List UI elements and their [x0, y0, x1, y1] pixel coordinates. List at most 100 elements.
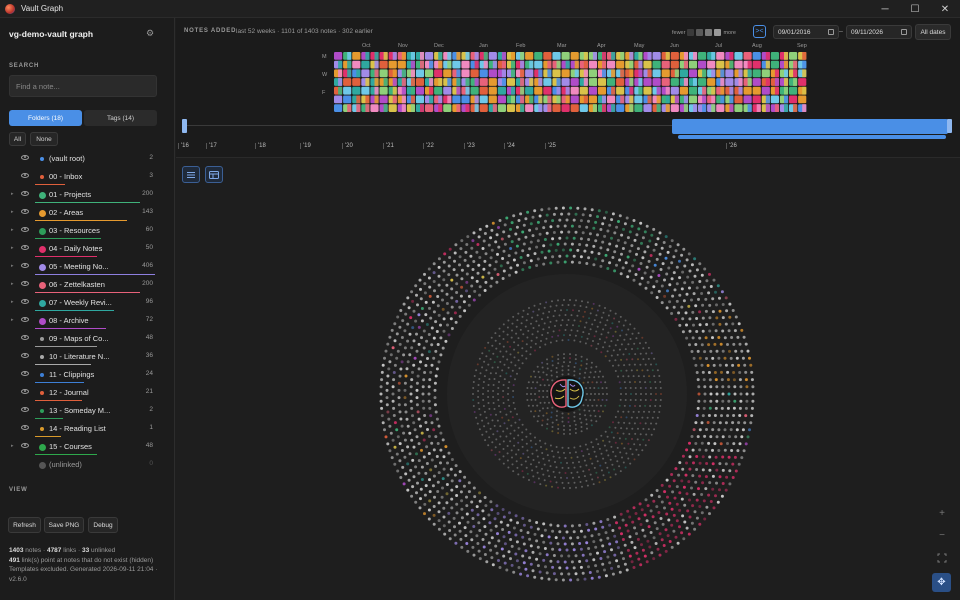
graph-node[interactable] — [455, 291, 459, 294]
graph-node[interactable] — [538, 390, 541, 392]
graph-node[interactable] — [709, 392, 713, 396]
heatmap-cell[interactable] — [397, 78, 406, 86]
graph-node[interactable] — [681, 454, 685, 458]
graph-node[interactable] — [617, 364, 620, 367]
graph-node[interactable] — [536, 257, 540, 261]
graph-node[interactable] — [599, 370, 601, 373]
graph-node[interactable] — [433, 396, 437, 400]
graph-node[interactable] — [685, 461, 688, 465]
graph-node[interactable] — [427, 267, 431, 271]
graph-node[interactable] — [510, 221, 514, 225]
graph-node[interactable] — [525, 350, 528, 353]
graph-node[interactable] — [544, 565, 547, 569]
graph-node[interactable] — [567, 369, 570, 371]
graph-node[interactable] — [481, 509, 485, 513]
graph-node[interactable] — [566, 462, 568, 464]
graph-node[interactable] — [502, 384, 505, 386]
graph-node[interactable] — [668, 501, 672, 505]
heatmap-cell[interactable] — [688, 52, 698, 60]
graph-node[interactable] — [662, 241, 666, 244]
graph-node[interactable] — [733, 399, 737, 403]
graph-node[interactable] — [589, 328, 592, 331]
graph-node[interactable] — [614, 455, 617, 458]
graph-node[interactable] — [406, 322, 410, 326]
graph-node[interactable] — [511, 329, 513, 332]
heatmap-cell[interactable] — [552, 69, 561, 78]
graph-node[interactable] — [695, 414, 699, 417]
graph-node[interactable] — [555, 419, 558, 421]
graph-node[interactable] — [541, 467, 543, 470]
graph-node[interactable] — [622, 324, 625, 327]
graph-node[interactable] — [505, 372, 508, 375]
graph-node[interactable] — [472, 525, 476, 528]
graph-node[interactable] — [624, 523, 628, 527]
graph-node[interactable] — [515, 540, 519, 544]
graph-node[interactable] — [534, 349, 536, 352]
graph-node[interactable] — [536, 455, 539, 458]
graph-node[interactable] — [404, 472, 408, 476]
graph-node[interactable] — [436, 480, 440, 484]
graph-node[interactable] — [678, 491, 682, 495]
heatmap-cell[interactable] — [725, 78, 734, 86]
graph-node[interactable] — [492, 402, 495, 404]
eye-icon[interactable] — [21, 245, 29, 250]
graph-node[interactable] — [539, 346, 541, 349]
graph-node[interactable] — [735, 356, 739, 360]
graph-node[interactable] — [647, 439, 650, 442]
graph-node[interactable] — [498, 327, 501, 330]
graph-node[interactable] — [538, 396, 541, 398]
graph-node[interactable] — [585, 464, 588, 467]
graph-node[interactable] — [659, 268, 663, 271]
graph-node[interactable] — [393, 363, 397, 367]
graph-node[interactable] — [521, 230, 525, 234]
graph-node[interactable] — [570, 560, 574, 564]
graph-node[interactable] — [506, 326, 509, 329]
graph-node[interactable] — [623, 421, 626, 424]
heatmap-cell[interactable] — [752, 52, 761, 60]
graph-node[interactable] — [478, 491, 482, 495]
graph-node[interactable] — [691, 280, 695, 284]
graph-node[interactable] — [502, 330, 505, 333]
graph-node[interactable] — [554, 536, 558, 540]
graph-node[interactable] — [633, 238, 637, 242]
graph-node[interactable] — [554, 476, 556, 479]
graph-node[interactable] — [711, 310, 715, 314]
graph-node[interactable] — [738, 406, 742, 410]
graph-node[interactable] — [718, 363, 722, 367]
heatmap-cell[interactable] — [543, 104, 552, 112]
graph-node[interactable] — [583, 326, 586, 329]
graph-node[interactable] — [513, 429, 516, 432]
graph-node[interactable] — [472, 393, 474, 395]
graph-node[interactable] — [678, 508, 682, 512]
graph-node[interactable] — [526, 472, 529, 475]
graph-node[interactable] — [450, 479, 454, 483]
heatmap-cell[interactable] — [352, 69, 361, 78]
graph-node[interactable] — [509, 353, 512, 356]
graph-node[interactable] — [554, 578, 558, 582]
graph-node[interactable] — [723, 448, 727, 452]
folder-row[interactable]: ▸ 06 - Zettelkasten 200 — [0, 276, 175, 294]
graph-node[interactable] — [502, 269, 506, 273]
heatmap-cell[interactable] — [679, 78, 688, 86]
graph-node[interactable] — [471, 517, 475, 520]
graph-node[interactable] — [419, 487, 423, 491]
heatmap-cell[interactable] — [516, 104, 525, 112]
graph-node[interactable] — [488, 263, 492, 267]
graph-node[interactable] — [650, 422, 652, 425]
graph-node[interactable] — [572, 566, 576, 570]
graph-node[interactable] — [721, 392, 725, 396]
graph-node[interactable] — [401, 465, 405, 469]
heatmap-cell[interactable] — [516, 52, 525, 60]
graph-node[interactable] — [579, 547, 583, 551]
graph-node[interactable] — [547, 207, 551, 211]
graph-node[interactable] — [688, 441, 691, 445]
graph-node[interactable] — [426, 428, 429, 431]
heatmap-cell[interactable] — [497, 86, 506, 95]
graph-node[interactable] — [713, 371, 717, 374]
graph-node[interactable] — [590, 441, 593, 444]
graph-node[interactable] — [731, 322, 735, 326]
graph-node[interactable] — [471, 239, 475, 243]
graph-node[interactable] — [442, 506, 446, 510]
graph-node[interactable] — [700, 273, 704, 277]
graph-node[interactable] — [529, 240, 533, 244]
